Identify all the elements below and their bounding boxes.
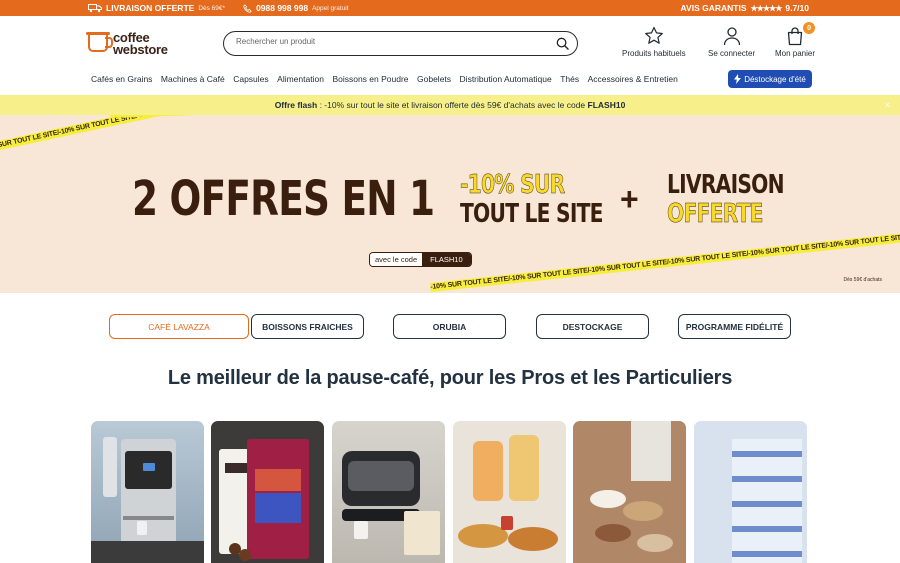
hero-headline: 2 OFFRES EN 1 [132,171,435,227]
coffee-cup-icon [88,34,113,52]
search-icon[interactable] [556,37,569,50]
nav-item-thes[interactable]: Thés [560,74,579,84]
top-info-bar: LIVRAISON OFFERTE Dès 69€* 0988 998 998 … [0,0,900,16]
nav-item-accessoires-entretien[interactable]: Accessoires & Entretien [588,74,678,84]
user-icon [723,27,740,46]
category-tile-boissons[interactable] [694,421,807,563]
lightning-icon [734,74,742,84]
nav-item-distribution-automatique[interactable]: Distribution Automatique [460,74,552,84]
phone-info[interactable]: 0988 998 998 Appel gratuit [243,3,349,13]
nav-item-cafes-en-grains[interactable]: Cafés en Grains [91,74,152,84]
search-bar [223,31,578,56]
capsule-machine-image [342,451,440,555]
shipping-info[interactable]: LIVRAISON OFFERTE Dès 69€* [88,3,225,13]
star-icon [644,26,663,44]
hero-promo-line1: -10% SUR [460,170,566,201]
destockage-button[interactable]: Déstockage d'été [728,70,812,88]
cart-count-badge: 0 [803,22,816,34]
category-pill-orubia[interactable]: ORUBIA [393,314,506,339]
category-pill-lavazza[interactable]: CAFÉ LAVAZZA [109,314,249,339]
coffee-machine-image [91,437,204,563]
main-nav: Cafés en Grains Machines à Café Capsules… [0,68,900,92]
nav-item-gobelets[interactable]: Gobelets [417,74,451,84]
favorites-label: Produits habituels [622,49,686,58]
nav-item-capsules[interactable]: Capsules [233,74,268,84]
nav-item-machines-a-cafe[interactable]: Machines à Café [161,74,225,84]
phone-note: Appel gratuit [312,4,349,12]
shipping-note: Dès 69€* [198,4,226,12]
login-label: Se connecter [708,49,756,58]
flash-text: : -10% sur tout le site et livraison off… [317,100,588,110]
flash-code: FLASH10 [587,100,626,110]
category-pill-destockage[interactable]: DESTOCKAGE [536,314,649,339]
coffee-bags-image [219,439,309,561]
category-tile-capsules[interactable] [332,421,445,563]
category-pill-fidelite[interactable]: PROGRAMME FIDÉLITÉ [678,314,791,339]
promo-tape: -10% SUR TOUT LE SITE/-10% SUR TOUT LE S… [430,230,900,292]
breakfast-image [458,435,558,551]
hero-note: Dès 59€ d'achats [843,277,882,283]
promo-code-prefix: avec le code [370,253,423,266]
shipping-label: LIVRAISON OFFERTE [106,3,195,13]
phone-icon [243,3,252,13]
cups-image [590,421,673,552]
promo-tape-text: -10% SUR TOUT LE SITE/-10% SUR TOUT LE S… [0,115,530,153]
nav-item-boissons-en-poudre[interactable]: Boissons en Poudre [332,74,408,84]
nav-item-alimentation[interactable]: Alimentation [277,74,324,84]
hero-plus: + [620,181,639,217]
promo-tape-text: -10% SUR TOUT LE SITE/-10% SUR TOUT LE S… [430,231,900,291]
promo-tape: -10% SUR TOUT LE SITE/-10% SUR TOUT LE S… [0,115,530,154]
bag-icon [787,27,803,46]
category-tile-alimentation[interactable] [453,421,566,563]
favorites-button[interactable]: Produits habituels [622,26,686,66]
phone-number: 0988 998 998 [256,3,309,13]
rating-stars: ★★★★★ [750,3,783,13]
promo-tape: -10% SUR TOUT LE SITE/-10% SUR TOUT LE S… [110,115,900,118]
water-bottles-image [732,439,802,563]
cart-button[interactable]: 0 Mon panier [775,22,816,66]
hero-promo-line2: TOUT LE SITE [460,199,604,229]
reviews-label: AVIS GARANTIS [680,3,747,13]
destockage-label: Déstockage d'été [744,74,806,84]
promo-code-box: avec le code FLASH10 [369,252,472,267]
category-pill-boissons-fraiches[interactable]: BOISSONS FRAICHES [251,314,364,339]
promo-code-value: FLASH10 [422,253,471,266]
hero-shipping-line2: OFFERTE [667,199,764,230]
cart-label: Mon panier [775,49,816,58]
search-input[interactable] [236,37,536,46]
category-pills: CAFÉ LAVAZZA BOISSONS FRAICHES ORUBIA DE… [0,314,900,340]
login-button[interactable]: Se connecter [708,26,755,66]
reviews-badge[interactable]: AVIS GARANTIS ★★★★★ 9.7/10 [681,3,809,13]
truck-icon [88,4,102,13]
hero-banner[interactable]: -10% SUR TOUT LE SITE/-10% SUR TOUT LE S… [0,115,900,293]
category-tile-machines[interactable] [91,421,204,563]
site-header: coffee webstore Produits habituels Se co… [0,16,900,68]
category-tile-coffee-beans[interactable] [211,421,324,563]
category-tile-gobelets[interactable] [573,421,686,563]
rating-value: 9.7/10 [785,3,809,13]
promo-tape-text: -10% SUR TOUT LE SITE/-10% SUR TOUT LE S… [110,115,900,117]
section-tagline: Le meilleur de la pause-café, pour les P… [167,367,733,389]
flash-title: Offre flash [274,100,318,110]
logo-text-line2: webstore [113,42,168,57]
close-icon[interactable]: × [885,95,890,115]
hero-shipping-line1: LIVRAISON [667,170,785,200]
flash-offer-bar: Offre flash : -10% sur tout le site et l… [0,95,900,115]
site-logo[interactable]: coffee webstore [86,30,188,60]
